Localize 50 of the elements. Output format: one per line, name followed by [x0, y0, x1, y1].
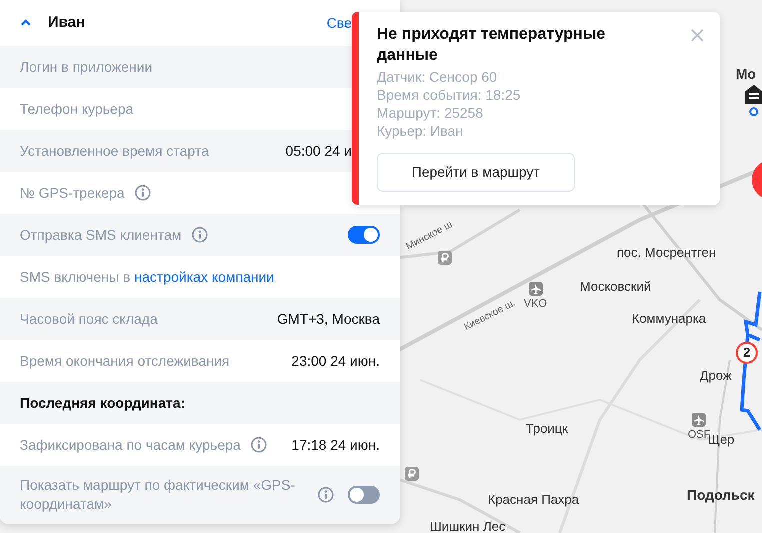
section-heading: Последняя координата: — [20, 394, 186, 413]
airplane-icon — [528, 282, 543, 296]
airplane-icon — [692, 413, 706, 427]
notification-title: Не приходят температурные данные — [377, 25, 607, 66]
close-icon[interactable] — [691, 29, 704, 42]
note-text: SMS включены в — [20, 268, 131, 286]
map-label: Красная Пахра — [488, 491, 580, 509]
field-label: Зафиксирована по часам курьера — [20, 436, 241, 454]
map-label: OSF — [688, 428, 711, 441]
map-label: Мо — [736, 65, 756, 84]
info-icon[interactable] — [318, 487, 334, 503]
map-label: VKO — [524, 297, 548, 312]
field-label: Установленное время старта — [20, 142, 210, 160]
field-label: Отправка SMS клиентам — [20, 226, 182, 244]
field-label: Логин в приложении — [20, 58, 153, 76]
chevron-icon[interactable] — [20, 19, 32, 27]
field-label: Телефон курьера — [20, 100, 134, 118]
map-label: Троицк — [526, 420, 568, 438]
info-icon[interactable] — [192, 227, 208, 243]
map-label: пос. Мосрентген — [617, 244, 716, 262]
warehouse-icon[interactable] — [744, 84, 762, 118]
info-icon[interactable] — [134, 185, 151, 201]
toggle-switch[interactable] — [348, 226, 380, 244]
settings-link[interactable]: настройках компании — [134, 266, 274, 288]
info-icon[interactable] — [250, 437, 267, 453]
courier-name: Иван — [48, 12, 86, 33]
header-link[interactable]: Све — [326, 12, 352, 34]
stop-marker[interactable]: 2 — [736, 342, 758, 364]
map-label: Подольск — [687, 486, 755, 505]
toggle-switch[interactable] — [348, 486, 380, 504]
field-value: 23:00 24 июн. — [292, 352, 380, 370]
field-value: 05:00 24 и — [286, 142, 352, 160]
notification-detail: Курьер: Иван — [377, 122, 464, 140]
map-label: Щер — [708, 432, 735, 449]
field-label: Часовой пояс склада — [20, 310, 158, 328]
map-label: Коммунарка — [632, 310, 706, 328]
map-label: Московский — [580, 278, 652, 296]
field-value: GMT+3, Москва — [277, 310, 380, 328]
notification-detail: Время события: 18:25 — [377, 86, 522, 104]
field-label: № GPS-трекера — [20, 184, 125, 202]
map-label: Шишкин Лес — [430, 518, 506, 533]
go-to-route-button[interactable]: Перейти в маршрут — [377, 153, 575, 192]
notification-detail: Датчик: Сенсор 60 — [377, 68, 498, 86]
field-label: Время окончания отслеживания — [20, 352, 230, 370]
ruble-icon — [438, 251, 452, 265]
ruble-icon — [405, 467, 419, 481]
map-label: Дрож — [700, 367, 732, 385]
field-label: Показать маршрут по фактическим «GPS-координатам» — [20, 476, 296, 514]
field-value: 17:18 24 июн. — [292, 436, 380, 454]
notification-detail: Маршрут: 25258 — [377, 104, 484, 122]
